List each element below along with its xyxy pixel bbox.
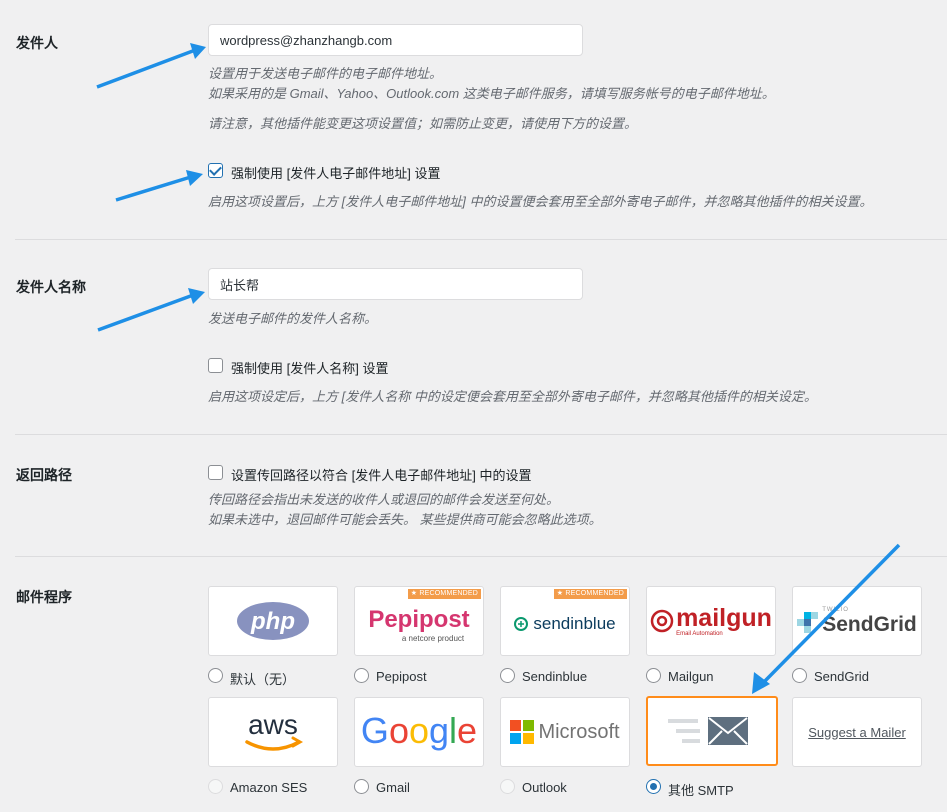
- mailer-radio-other-smtp[interactable]: [646, 779, 661, 794]
- return-path-checkbox[interactable]: [208, 465, 223, 480]
- mailgun-icon: [650, 609, 674, 633]
- mailer-tile-amazon-ses[interactable]: aws: [208, 697, 338, 767]
- mailer-label-mailgun[interactable]: Mailgun: [668, 669, 714, 684]
- pepipost-logo-text: Pepipost: [368, 605, 470, 633]
- mailer-radio-default[interactable]: [208, 668, 223, 683]
- mailer-label-sendinblue[interactable]: Sendinblue: [522, 669, 587, 684]
- suggest-mailer-link[interactable]: Suggest a Mailer: [808, 725, 906, 740]
- smtp-logo: [648, 698, 776, 764]
- mailer-tile-gmail[interactable]: Google: [354, 697, 484, 767]
- mailer-label-amazon-ses[interactable]: Amazon SES: [230, 780, 307, 795]
- mailer-label-other-smtp[interactable]: 其他 SMTP: [668, 780, 734, 799]
- force-from-name-label[interactable]: 强制使用 [发件人名称] 设置: [231, 358, 388, 377]
- mailer-radio-sendgrid[interactable]: [792, 668, 807, 683]
- return-path-check-label[interactable]: 设置传回路径以符合 [发件人电子邮件地址] 中的设置: [231, 465, 531, 484]
- sendinblue-logo-text: sendinblue: [533, 614, 616, 633]
- from-name-label: 发件人名称: [16, 279, 86, 295]
- microsoft-logo: Microsoft: [501, 698, 629, 766]
- pepipost-logo: Pepipost a netcore product: [355, 587, 483, 655]
- mailer-label-outlook[interactable]: Outlook: [522, 780, 567, 795]
- mailer-tile-suggest[interactable]: Suggest a Mailer: [792, 697, 922, 767]
- mailer-label-pepipost[interactable]: Pepipost: [376, 669, 427, 684]
- php-logo: php: [209, 587, 337, 655]
- force-from-name-desc: 启用这项设定后，上方 [发件人名称 中的设定便会套用至全部外寄电子邮件，并忽略其…: [208, 389, 817, 404]
- sendinblue-icon: [514, 617, 529, 631]
- sendgrid-logo-text: SendGrid: [822, 612, 917, 636]
- mailer-tile-sendinblue[interactable]: ★ RECOMMENDED sendinblue: [500, 586, 630, 656]
- mailer-label-sendgrid[interactable]: SendGrid: [814, 669, 869, 684]
- mailer-tile-php[interactable]: php: [208, 586, 338, 656]
- mailer-tile-other-smtp[interactable]: [646, 696, 778, 766]
- from-name-desc: 发送电子邮件的发件人名称。: [208, 311, 378, 326]
- force-from-email-checkbox[interactable]: [208, 163, 223, 178]
- from-email-desc-3: 请注意，其他插件能变更这项设置值；如需防止变更，请使用下方的设置。: [208, 116, 638, 131]
- mailer-radio-amazon-ses[interactable]: [208, 779, 223, 794]
- sendinblue-logo: sendinblue: [501, 587, 629, 655]
- arrow-icon: [96, 43, 206, 89]
- from-email-label: 发件人: [16, 35, 58, 51]
- force-from-email-desc: 启用这项设置后，上方 [发件人电子邮件地址] 中的设置便会套用至全部外寄电子邮件…: [208, 194, 873, 209]
- mailer-radio-pepipost[interactable]: [354, 668, 369, 683]
- arrow-icon: [97, 288, 205, 332]
- envelope-icon: [668, 717, 748, 745]
- mailer-radio-sendinblue[interactable]: [500, 668, 515, 683]
- return-path-desc-2: 如果未选中，退回邮件可能会丢失。 某些提供商可能会忽略此选项。: [208, 512, 602, 527]
- mailgun-logo-sub: Email Automation: [676, 630, 723, 637]
- mailer-tile-sendgrid[interactable]: TWILIO SendGrid: [792, 586, 922, 656]
- sendgrid-logo: TWILIO SendGrid: [793, 587, 921, 655]
- mailgun-logo-text: mailgun: [676, 603, 772, 632]
- microsoft-icon: [510, 720, 535, 744]
- force-from-name-checkbox[interactable]: [208, 358, 223, 373]
- aws-logo: aws: [209, 698, 337, 766]
- return-path-desc-1: 传回路径会指出未发送的收件人或退回的邮件会发送至何处。: [208, 492, 560, 507]
- divider: [15, 239, 947, 240]
- mailer-radio-mailgun[interactable]: [646, 668, 661, 683]
- mailer-radio-gmail[interactable]: [354, 779, 369, 794]
- mailer-tile-outlook[interactable]: Microsoft: [500, 697, 630, 767]
- from-email-input[interactable]: [208, 24, 583, 56]
- mailer-tile-pepipost[interactable]: ★ RECOMMENDED Pepipost a netcore product: [354, 586, 484, 656]
- mailer-radio-outlook[interactable]: [500, 779, 515, 794]
- microsoft-logo-text: Microsoft: [538, 720, 620, 743]
- force-from-email-label[interactable]: 强制使用 [发件人电子邮件地址] 设置: [231, 163, 440, 182]
- suggest-mailer-area: Suggest a Mailer: [793, 698, 921, 766]
- mailer-label: 邮件程序: [16, 589, 72, 605]
- mailer-tile-mailgun[interactable]: mailgun Email Automation: [646, 586, 776, 656]
- divider: [15, 556, 947, 557]
- php-logo-text: php: [250, 608, 295, 635]
- pepipost-logo-sub: a netcore product: [401, 633, 465, 643]
- from-email-desc-1: 设置用于发送电子邮件的电子邮件地址。: [208, 66, 443, 81]
- mailer-label-gmail[interactable]: Gmail: [376, 780, 410, 795]
- from-email-desc-2: 如果采用的是 Gmail、Yahoo、Outlook.com 这类电子邮件服务，…: [208, 86, 775, 101]
- google-logo: Google: [355, 698, 483, 766]
- return-path-label: 返回路径: [16, 467, 72, 483]
- google-logo-text: Google: [361, 710, 477, 751]
- arrow-icon: [115, 170, 203, 202]
- sendgrid-icon: [797, 612, 819, 634]
- mailgun-logo: mailgun Email Automation: [647, 587, 775, 655]
- aws-logo-text: aws: [248, 709, 298, 740]
- mailer-label-default[interactable]: 默认（无）: [230, 669, 295, 688]
- from-name-input[interactable]: [208, 268, 583, 300]
- divider: [15, 434, 947, 435]
